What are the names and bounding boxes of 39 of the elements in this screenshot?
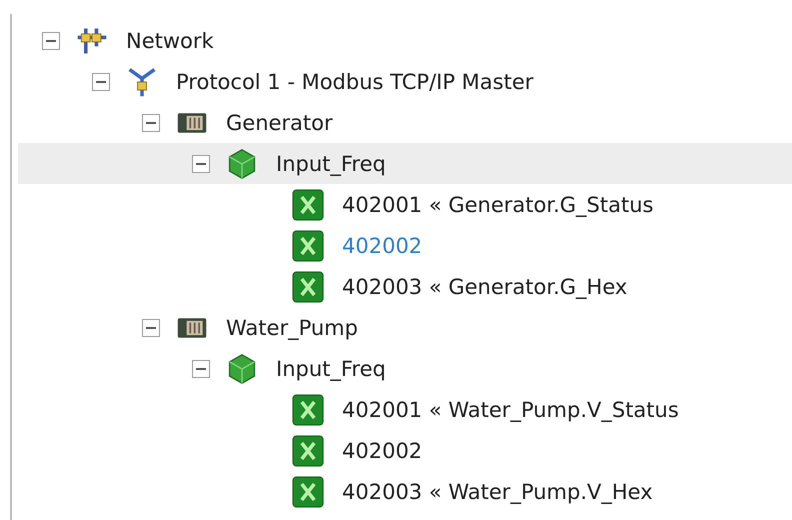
node-label: Water_Pump [226, 316, 358, 340]
cube-icon [226, 352, 258, 384]
register-icon [292, 230, 324, 262]
register-icon [292, 270, 324, 302]
collapse-icon[interactable] [142, 114, 160, 132]
tree-row[interactable]: Input_Freq [18, 143, 792, 184]
tree-row[interactable]: 402001 « Water_Pump.V_Status [18, 389, 792, 430]
tree-row[interactable]: Water_Pump [18, 307, 792, 348]
collapse-icon[interactable] [192, 360, 210, 378]
tree-row[interactable]: 402001 « Generator.G_Status [18, 184, 792, 225]
register-icon [292, 188, 324, 220]
collapse-icon[interactable] [142, 318, 160, 336]
register-icon [292, 476, 324, 508]
tree-row[interactable]: 402002 [18, 430, 792, 471]
collapse-icon[interactable] [192, 154, 210, 172]
splitter-icon [126, 66, 158, 98]
register-icon [292, 394, 324, 426]
tree-row[interactable]: 402003 « Generator.G_Hex [18, 266, 792, 307]
collapse-icon[interactable] [92, 72, 110, 90]
register-icon [292, 434, 324, 466]
tree-row[interactable]: Protocol 1 - Modbus TCP/IP Master [18, 61, 792, 102]
tree-row[interactable]: 402003 « Water_Pump.V_Hex [18, 471, 792, 512]
tree-row[interactable]: Network [18, 20, 792, 61]
node-label: Protocol 1 - Modbus TCP/IP Master [176, 70, 534, 94]
node-label: 402003 « Generator.G_Hex [342, 274, 628, 298]
tree-row[interactable]: 402002 [18, 225, 792, 266]
node-label: Network [126, 28, 214, 52]
tree-row[interactable]: Input_Freq [18, 348, 792, 389]
node-label: 402001 « Generator.G_Status [342, 192, 654, 216]
collapse-icon[interactable] [42, 32, 60, 50]
node-label: Input_Freq [276, 356, 386, 380]
tree-row[interactable]: Generator [18, 102, 792, 143]
node-label: Input_Freq [276, 152, 386, 176]
node-label: 402003 « Water_Pump.V_Hex [342, 480, 653, 504]
cube-icon [226, 148, 258, 180]
node-label: 402002 [342, 438, 422, 462]
node-label: Generator [226, 110, 333, 134]
node-label: 402001 « Water_Pump.V_Status [342, 398, 679, 422]
node-label: 402002 [342, 234, 422, 258]
